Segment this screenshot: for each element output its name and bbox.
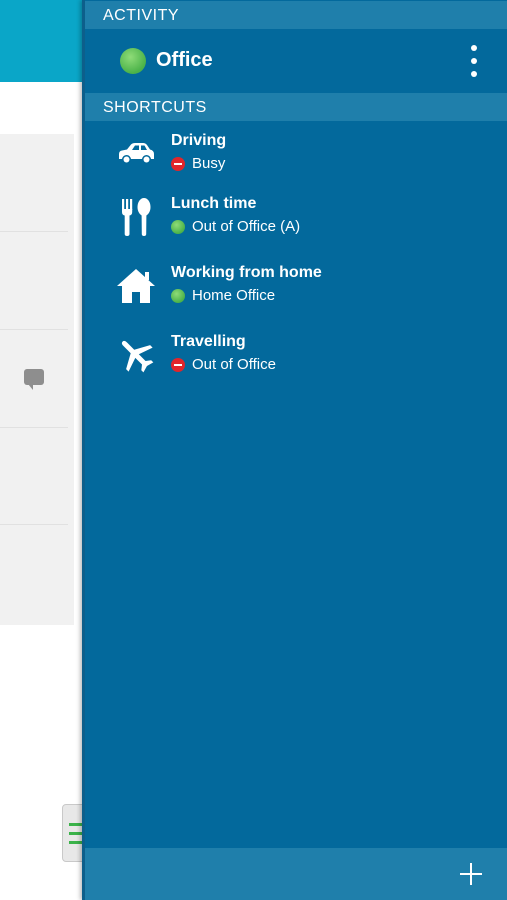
shortcut-title: Driving [171,132,227,149]
list-divider [0,329,68,330]
busy-status-icon [171,357,185,372]
shortcut-driving[interactable]: Driving Busy [85,124,507,188]
shortcut-status-label: Home Office [192,287,276,304]
chat-bubble-icon[interactable] [24,369,44,390]
shortcut-status-label: Busy [192,155,226,172]
shortcut-lunch-time[interactable]: Lunch time Out of Office (A) [85,187,507,251]
shortcut-working-from-home[interactable]: Working from home Home Office [85,256,507,320]
background-app-header [0,0,84,82]
shortcut-status: Busy [171,155,225,172]
shortcuts-section-header: SHORTCUTS [85,93,507,121]
shortcut-status: Out of Office [171,356,276,373]
handle-line [69,822,83,826]
drawer-handle[interactable] [62,804,84,862]
car-icon [111,132,161,176]
shortcut-status: Out of Office (A) [171,218,300,235]
background-app [0,0,84,900]
handle-line [69,831,83,835]
handle-line [69,840,83,844]
drawer-bottom-bar [85,848,507,900]
shortcut-travelling[interactable]: Travelling Out of Office [85,325,507,389]
home-icon [111,264,161,308]
fork-spoon-icon [111,195,161,239]
shortcut-status-label: Out of Office (A) [192,218,301,235]
available-status-icon [171,219,185,234]
shortcut-title: Lunch time [171,195,257,212]
list-divider [0,427,68,428]
available-status-icon [120,48,146,74]
current-activity-label: Office [156,49,213,71]
shortcut-title: Working from home [171,264,322,281]
shortcut-status: Home Office [171,287,275,304]
busy-status-icon [171,156,185,171]
available-status-icon [171,288,185,303]
activity-drawer: ACTIVITY Office SHORTCUTS Driving Busy L… [82,0,507,900]
activity-section-header: ACTIVITY [85,1,507,29]
shortcut-status-label: Out of Office [192,356,276,373]
add-shortcut-plus-icon[interactable] [459,862,483,886]
list-divider [0,231,68,232]
current-activity[interactable]: Office [85,29,507,93]
airplane-icon [111,333,161,377]
list-divider [0,524,68,525]
more-options-icon[interactable] [467,45,481,77]
shortcut-title: Travelling [171,333,246,350]
